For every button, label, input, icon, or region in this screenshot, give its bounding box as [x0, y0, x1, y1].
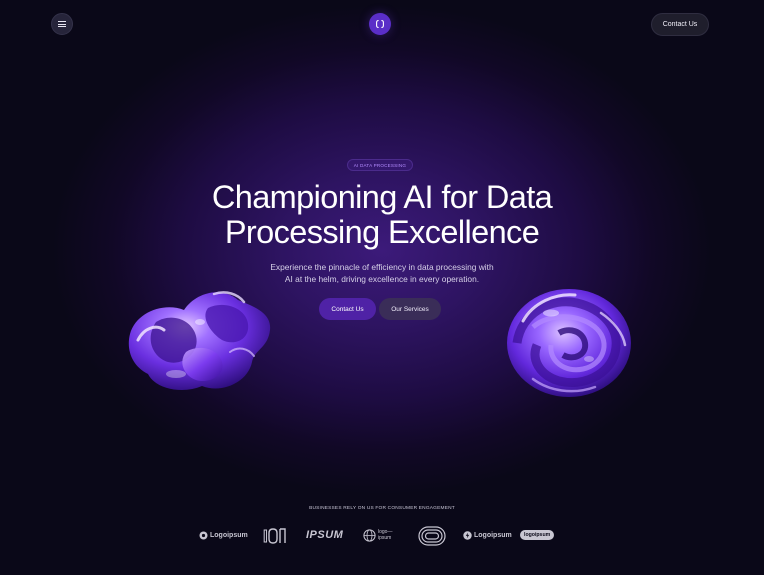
subtext-line-1: Experience the pinnacle of efficiency in… [270, 262, 494, 272]
brand-logo[interactable] [369, 13, 391, 35]
loop-logo-icon [418, 526, 446, 546]
partner-logos: Logoipsum l IPSUM logo— ipsum Logoipsum … [0, 522, 764, 550]
partner-logo-logoipsum-pill: logoipsum [520, 530, 555, 540]
trust-caption: BUSINESSES RELY ON US FOR CONSUMER ENGAG… [309, 506, 455, 511]
hero-headline: Championing AI for Data Processing Excel… [150, 180, 614, 250]
partner-logo-label: Logoipsum [474, 532, 512, 539]
partner-logo-globe: logo— ipsum [363, 529, 396, 542]
partner-logo-lgo: l [263, 524, 287, 546]
abstract-3d-shape-right [507, 289, 631, 397]
menu-button[interactable] [51, 13, 73, 35]
partner-logo-label: IPSUM [306, 529, 344, 541]
landing-page: Contact Us AI DATA PROCESSING Championin… [0, 0, 764, 575]
hero-subtext: Experience the pinnacle of efficiency in… [240, 261, 524, 285]
partner-logo-ipsum: IPSUM [306, 529, 343, 541]
abstract-3d-shape-left [128, 291, 271, 390]
headline-line-1: Championing AI for Data [211, 179, 553, 215]
bolt-logo-icon [463, 531, 472, 540]
contact-us-button[interactable]: Contact Us [319, 298, 376, 320]
partner-logo-label: logoipsum [520, 530, 555, 540]
our-services-button[interactable]: Our Services [379, 298, 441, 320]
hamburger-icon [58, 21, 66, 27]
hero-tag: AI DATA PROCESSING [347, 159, 413, 171]
headline-line-2: Processing Excellence [224, 214, 540, 250]
subtext-line-2: AI at the helm, driving excellence in ev… [284, 274, 480, 284]
globe-logo-icon [363, 529, 376, 542]
partner-logo-label: Logoipsum [210, 532, 248, 539]
bracket-logo-icon [376, 19, 384, 29]
partner-logo-loop [418, 526, 446, 546]
svg-text:l: l [263, 527, 268, 546]
contact-us-header-button[interactable]: Contact Us [651, 13, 709, 36]
partner-logo-logoipsum-bolt: Logoipsum [463, 531, 512, 540]
partner-logo-label: logo— ipsum [378, 529, 393, 541]
lgo-logo-icon: l [263, 527, 286, 546]
circle-logo-icon [199, 531, 208, 540]
partner-logo-logoipsum-circle: Logoipsum [199, 531, 248, 540]
